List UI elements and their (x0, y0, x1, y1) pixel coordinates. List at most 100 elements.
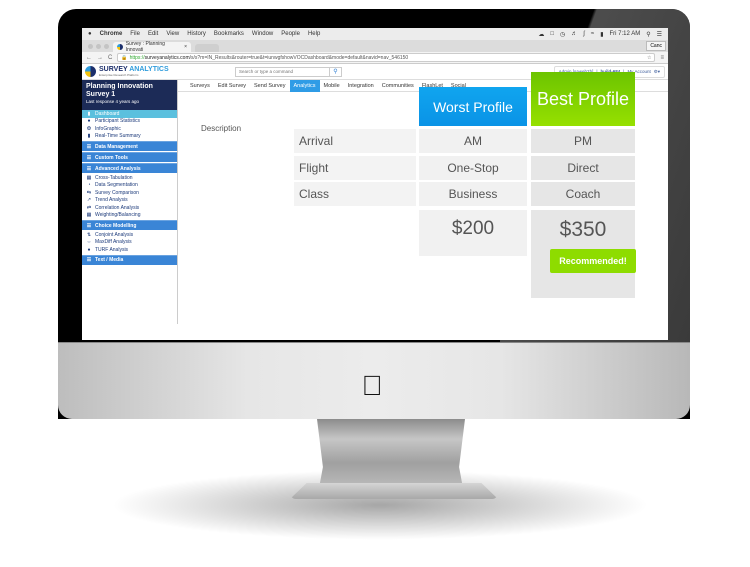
best-price: $350 (559, 218, 607, 241)
search-input[interactable] (235, 66, 330, 77)
sidebar-item-label: MaxDiff Analysis (95, 239, 132, 246)
menu-history[interactable]: History (187, 31, 206, 37)
sidebar-item-label: Real-Time Summary (95, 133, 141, 140)
tab-title: Survey : Planning Innovati (125, 41, 165, 53)
browser-tab[interactable]: Survey : Planning Innovati × (113, 41, 191, 53)
menu-app[interactable]: Chrome (100, 31, 123, 37)
list-icon: ☰ (86, 222, 92, 229)
sidebar-item-label: Data Segmentation (95, 182, 138, 189)
sidebar-item-label: Survey Comparison (95, 189, 139, 196)
bluetooth-icon[interactable]: ∫ (583, 31, 585, 37)
address-bar[interactable]: 🔒 https:// surveyanalytics.com /s/s?m=IN… (117, 53, 656, 62)
sidebar-section-label: Data Management (95, 143, 138, 150)
sidebar-section-advanced-analysis[interactable]: ☰ Advanced Analysis (82, 163, 177, 173)
os-menubar: ● Chrome File Edit View History Bookmark… (82, 28, 668, 40)
gear-icon[interactable]: ⚙▾ (654, 69, 660, 75)
row-attribute: Flight (294, 156, 416, 180)
sidebar-item-conjoint-analysis[interactable]: ⇅ Conjoint Analysis (82, 231, 177, 239)
sidebar-section-label: Custom Tools (95, 154, 128, 161)
screen: ● Chrome File Edit View History Bookmark… (82, 28, 668, 340)
status-icon-clock[interactable]: ◷ (560, 31, 565, 38)
tab-integration[interactable]: Integration (344, 80, 378, 92)
search-icon[interactable]: ⚲ (330, 66, 342, 77)
sidebar-item-trend-analysis[interactable]: ↗ Trend Analysis (82, 197, 177, 205)
cancel-button[interactable]: Canc (646, 41, 666, 51)
sidebar-item-participant-statistics[interactable]: ● Participant Statistics (82, 118, 177, 126)
apple-menu-icon[interactable]: ● (88, 31, 92, 37)
logo[interactable]: SURVEY ANALYTICS Enterprise Research Pla… (85, 66, 225, 77)
reload-button[interactable]: C (108, 55, 112, 61)
tab-edit-survey[interactable]: Edit Survey (214, 80, 250, 92)
wifi-icon[interactable]: ≈ (591, 31, 594, 37)
sidebar-item-cross-tabulation[interactable]: ▦ Cross-Tabulation (82, 174, 177, 182)
monitor-stand-foot (290, 483, 498, 499)
bookmark-star-icon[interactable]: ☆ (647, 55, 651, 61)
back-button[interactable]: ← (86, 55, 92, 61)
sidebar-item-turf-analysis[interactable]: ● TURF Analysis (82, 246, 177, 254)
sidebar-item-survey-comparison[interactable]: ⇆ Survey Comparison (82, 189, 177, 197)
sidebar-item-infographic[interactable]: ❂ InfoGraphic (82, 125, 177, 133)
project-header: Planning Innovation Survey 1 Last respon… (82, 80, 177, 110)
sidebar-section-choice-modelling[interactable]: ☰ Choice Modelling (82, 220, 177, 230)
menu-view[interactable]: View (166, 31, 179, 37)
row-worst-value: One-Stop (419, 156, 527, 180)
command-search: ⚲ (235, 66, 342, 77)
status-icon-display[interactable]: □ (550, 31, 554, 37)
sidebar-item-label: Trend Analysis (95, 197, 128, 204)
row-attribute: Arrival (294, 129, 416, 153)
menu-people[interactable]: People (281, 31, 300, 37)
tab-analytics[interactable]: Analytics (289, 79, 320, 92)
forward-button[interactable]: → (97, 55, 103, 61)
spotlight-icon[interactable]: ⚲ (646, 31, 650, 38)
menu-window[interactable]: Window (252, 31, 273, 37)
sidebar-item-label: Dashboard (95, 110, 120, 117)
tab-mobile[interactable]: Mobile (320, 80, 344, 92)
browser-tabbar: Survey : Planning Innovati × Canc (82, 40, 668, 53)
clock[interactable]: Fri 7:12 AM (610, 31, 641, 37)
battery-icon[interactable]: ▮ (600, 31, 603, 38)
menu-bookmarks[interactable]: Bookmarks (214, 31, 244, 37)
sidebar-section-label: Text / Media (95, 257, 124, 263)
menu-file[interactable]: File (130, 31, 140, 37)
project-title: Planning Innovation Survey 1 (86, 83, 153, 98)
tab-surveys[interactable]: Surveys (186, 80, 214, 92)
row-best-value: Direct (531, 156, 635, 180)
sidebar-section-text-media[interactable]: ☰ Text / Media (82, 254, 177, 265)
sidebar-item-label: InfoGraphic (95, 125, 121, 132)
menu-help[interactable]: Help (308, 31, 320, 37)
favicon-icon (117, 44, 123, 50)
close-window-button[interactable] (88, 43, 93, 49)
tab-communities[interactable]: Communities (378, 80, 418, 92)
row-worst-value: Business (419, 182, 527, 206)
infographic-icon: ❂ (86, 125, 92, 132)
zoom-window-button[interactable] (104, 43, 109, 49)
sidebar-item-label: Cross-Tabulation (95, 174, 133, 181)
menu-edit[interactable]: Edit (148, 31, 158, 37)
sidebar-section-custom-tools[interactable]: ☰ Custom Tools (82, 152, 177, 162)
sidebar-item-label: Participant Statistics (95, 118, 141, 125)
volume-icon[interactable]: ♬ (571, 31, 577, 37)
dot-icon: ● (87, 246, 91, 253)
scale-icon: ▦ (86, 212, 92, 219)
notification-icon[interactable]: ☰ (657, 31, 662, 38)
logo-word-1: SURVEY (99, 66, 128, 73)
sidebar-item-dashboard[interactable]: ▮ Dashboard (82, 110, 177, 118)
sidebar: Planning Innovation Survey 1 Last respon… (82, 80, 178, 324)
sidebar-item-realtime-summary[interactable]: ▮ Real-Time Summary (82, 133, 177, 141)
sidebar-item-weighting-balancing[interactable]: ▦ Weighting/Balancing (82, 212, 177, 220)
tab-send-survey[interactable]: Send Survey (250, 80, 290, 92)
sidebar-item-label: Correlation Analysis (95, 204, 140, 211)
sidebar-item-data-segmentation[interactable]: ◔ Data Segmentation (82, 182, 177, 190)
minimize-window-button[interactable] (96, 43, 101, 49)
status-icon-cloud[interactable]: ☁ (538, 31, 544, 38)
sidebar-section-data-management[interactable]: ☰ Data Management (82, 141, 177, 151)
tab-close-icon[interactable]: × (184, 44, 187, 50)
row-best-value: PM (531, 129, 635, 153)
table-icon: ▦ (86, 174, 92, 181)
list-icon: ☰ (86, 165, 92, 172)
sidebar-item-maxdiff-analysis[interactable]: ⇔ MaxDiff Analysis (82, 239, 177, 247)
chrome-menu-icon[interactable]: ≡ (660, 55, 664, 61)
apple-logo-icon:  (361, 372, 383, 400)
new-tab-button[interactable] (195, 44, 219, 52)
sidebar-item-correlation-analysis[interactable]: ⇄ Correlation Analysis (82, 204, 177, 212)
